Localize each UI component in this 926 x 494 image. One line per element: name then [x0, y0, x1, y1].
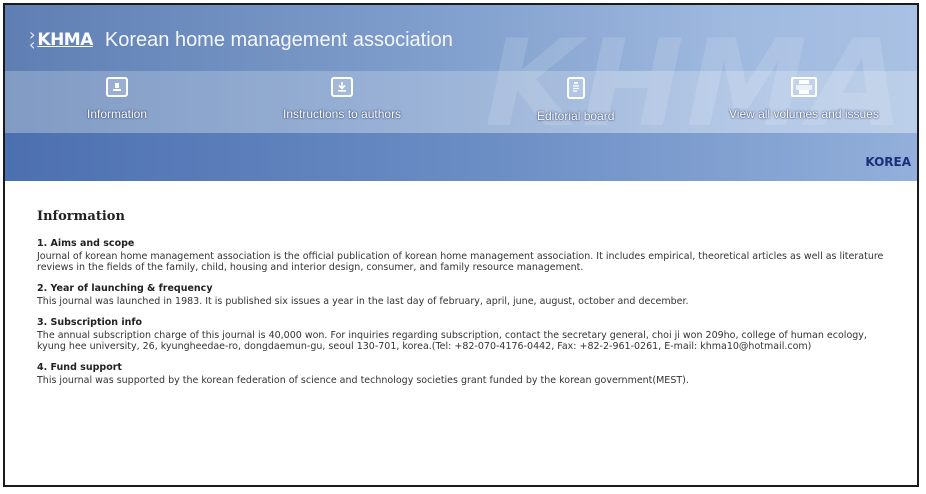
section-aims-scope: 1. Aims and scope Journal of korean home… — [37, 238, 885, 273]
country-label: KOREA — [865, 155, 911, 169]
section-launch-frequency: 2. Year of launching & frequency This jo… — [37, 283, 885, 307]
logo-arrows-icon: › ‹ — [29, 25, 36, 54]
nav-label: View all volumes and issues — [729, 107, 879, 121]
nav-item-information[interactable]: Information — [87, 77, 147, 121]
clipboard-icon — [566, 77, 585, 99]
site-header: KHMA › ‹ KHMA Korean home management asso… — [5, 5, 917, 181]
main-content: Information 1. Aims and scope Journal of… — [5, 181, 917, 386]
section-title: 2. Year of launching & frequency — [37, 283, 213, 294]
download-icon — [331, 77, 354, 97]
section-title: 3. Subscription info — [37, 317, 143, 328]
nav-item-instructions[interactable]: Instructions to authors — [283, 77, 401, 121]
main-nav: Information Instructions to authors Edit… — [5, 71, 917, 133]
logo-mark: › ‹ KHMA — [29, 25, 93, 54]
page-title: Information — [37, 209, 125, 224]
nav-item-all-volumes[interactable]: View all volumes and issues — [729, 77, 879, 121]
nav-label: Information — [87, 107, 148, 121]
section-subscription-info: 3. Subscription info The annual subscrip… — [37, 317, 885, 352]
info-icon — [106, 77, 129, 97]
section-body: This journal was launched in 1983. It is… — [37, 296, 689, 307]
section-title: 4. Fund support — [37, 362, 122, 373]
nav-label: Editorial board — [537, 109, 615, 123]
nav-label: Instructions to authors — [283, 107, 402, 121]
printer-icon — [790, 77, 817, 97]
section-body: This journal was supported by the korean… — [37, 375, 689, 386]
logo-text: KHMA — [37, 30, 93, 50]
logo[interactable]: › ‹ KHMA Korean home management associati… — [29, 23, 453, 57]
section-body: Journal of korean home management associ… — [37, 251, 884, 273]
section-fund-support: 4. Fund support This journal was support… — [37, 362, 885, 386]
page-frame: KHMA › ‹ KHMA Korean home management asso… — [3, 3, 919, 487]
site-title: Korean home management association — [104, 28, 453, 51]
nav-item-editorial-board[interactable]: Editorial board — [537, 77, 614, 123]
section-title: 1. Aims and scope — [37, 238, 135, 249]
section-body: The annual subscription charge of this j… — [37, 330, 867, 352]
header-banner: KOREA — [5, 133, 917, 181]
